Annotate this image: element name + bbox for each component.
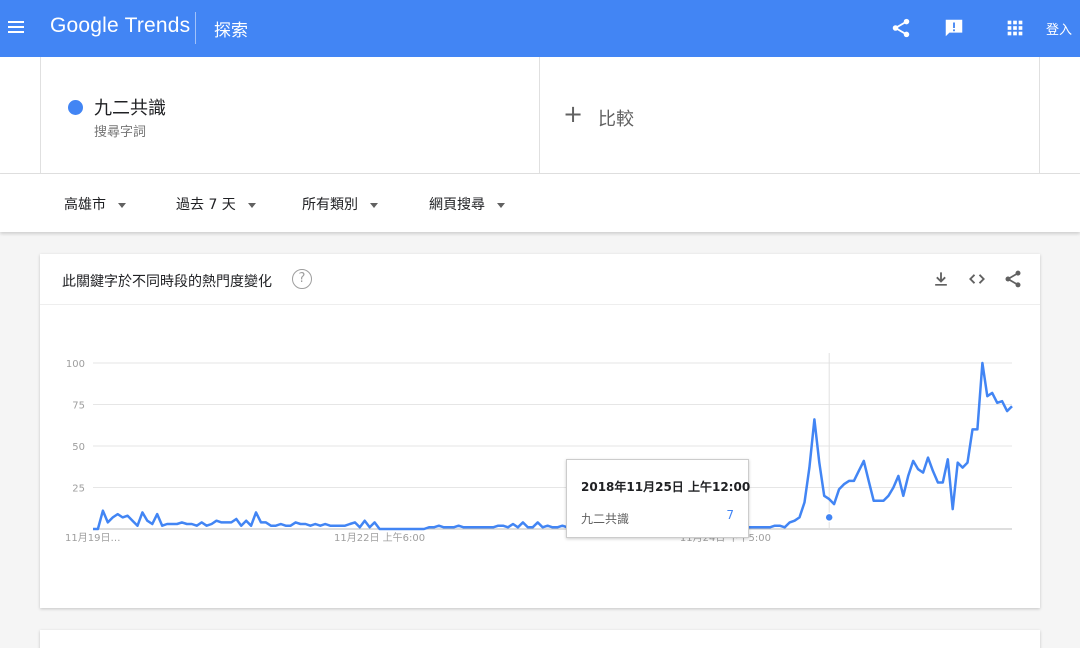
compare-label: 比較 xyxy=(598,109,634,130)
search-term-box[interactable]: 九二共識 搜尋字詞 xyxy=(40,57,540,174)
top-app-bar: Google Trends 探索 登入 xyxy=(0,0,1080,57)
caret-down-icon xyxy=(247,202,256,208)
download-icon[interactable] xyxy=(931,269,951,289)
tooltip-date: 2018年11月25日 上午12:00 xyxy=(581,480,751,494)
caret-down-icon xyxy=(118,202,126,208)
interest-over-time-card: 此關鍵字於不同時段的熱門度變化 ? 25 50 75 100 11月19日… 11月22日… xyxy=(40,254,1040,608)
chart-tooltip: 2018年11月25日 上午12:00 九二共識 7 xyxy=(566,459,751,538)
region-filter[interactable]: 高雄市 xyxy=(64,194,126,214)
feedback-icon[interactable] xyxy=(943,17,965,39)
google-trends-logo[interactable]: Google Trends xyxy=(50,14,190,38)
plus-icon: + xyxy=(563,100,584,128)
card-title: 此關鍵字於不同時段的熱門度變化 xyxy=(62,274,272,290)
embed-icon[interactable] xyxy=(967,269,987,289)
share-icon[interactable] xyxy=(890,17,912,39)
sign-in-button[interactable]: 登入 xyxy=(1046,19,1072,38)
page-title: 探索 xyxy=(214,21,248,41)
search-term-type: 搜尋字詞 xyxy=(94,125,147,140)
apps-icon[interactable] xyxy=(1004,17,1026,39)
x-tick-label: 11月19日… xyxy=(65,532,120,544)
y-tick-label: 75 xyxy=(72,401,85,412)
y-tick-label: 25 xyxy=(72,484,85,495)
time-filter-label: 過去 7 天 xyxy=(176,197,236,213)
caret-down-icon xyxy=(370,202,378,208)
help-icon[interactable]: ? xyxy=(292,269,312,289)
category-filter[interactable]: 所有類別 xyxy=(302,194,378,214)
tooltip-term: 九二共識 xyxy=(581,512,630,526)
logo-divider xyxy=(195,12,196,44)
next-card xyxy=(40,630,1040,648)
filter-bar: 高雄市 過去 7 天 所有類別 網頁搜尋 xyxy=(0,174,1080,232)
time-filter[interactable]: 過去 7 天 xyxy=(176,194,256,214)
search-type-filter[interactable]: 網頁搜尋 xyxy=(429,194,505,214)
compare-button[interactable]: + 比較 xyxy=(540,57,1040,174)
menu-icon[interactable] xyxy=(6,18,26,38)
search-terms-panel: 九二共識 搜尋字詞 + 比較 xyxy=(0,57,1080,174)
tooltip-value: 7 xyxy=(726,508,734,522)
y-tick-label: 100 xyxy=(66,359,85,370)
search-type-filter-label: 網頁搜尋 xyxy=(429,197,485,213)
category-filter-label: 所有類別 xyxy=(302,197,358,213)
caret-down-icon xyxy=(497,202,505,208)
region-filter-label: 高雄市 xyxy=(64,197,106,213)
search-term-name[interactable]: 九二共識 xyxy=(94,94,166,120)
term-color-dot xyxy=(68,100,83,115)
hover-point xyxy=(824,512,834,523)
x-tick-label: 11月22日 上午6:00 xyxy=(334,531,425,544)
line-chart[interactable]: 25 50 75 100 11月19日… 11月22日 上午6:00 11月24日 下午5:… xyxy=(40,305,1040,608)
y-tick-label: 50 xyxy=(72,442,85,453)
chart-canvas: 25507510011月19日… 11月22日 上午6:00 11月24日 下午5:… xyxy=(65,353,1013,544)
card-header: 此關鍵字於不同時段的熱門度變化 ? xyxy=(40,254,1040,305)
share-icon[interactable] xyxy=(1003,269,1023,289)
